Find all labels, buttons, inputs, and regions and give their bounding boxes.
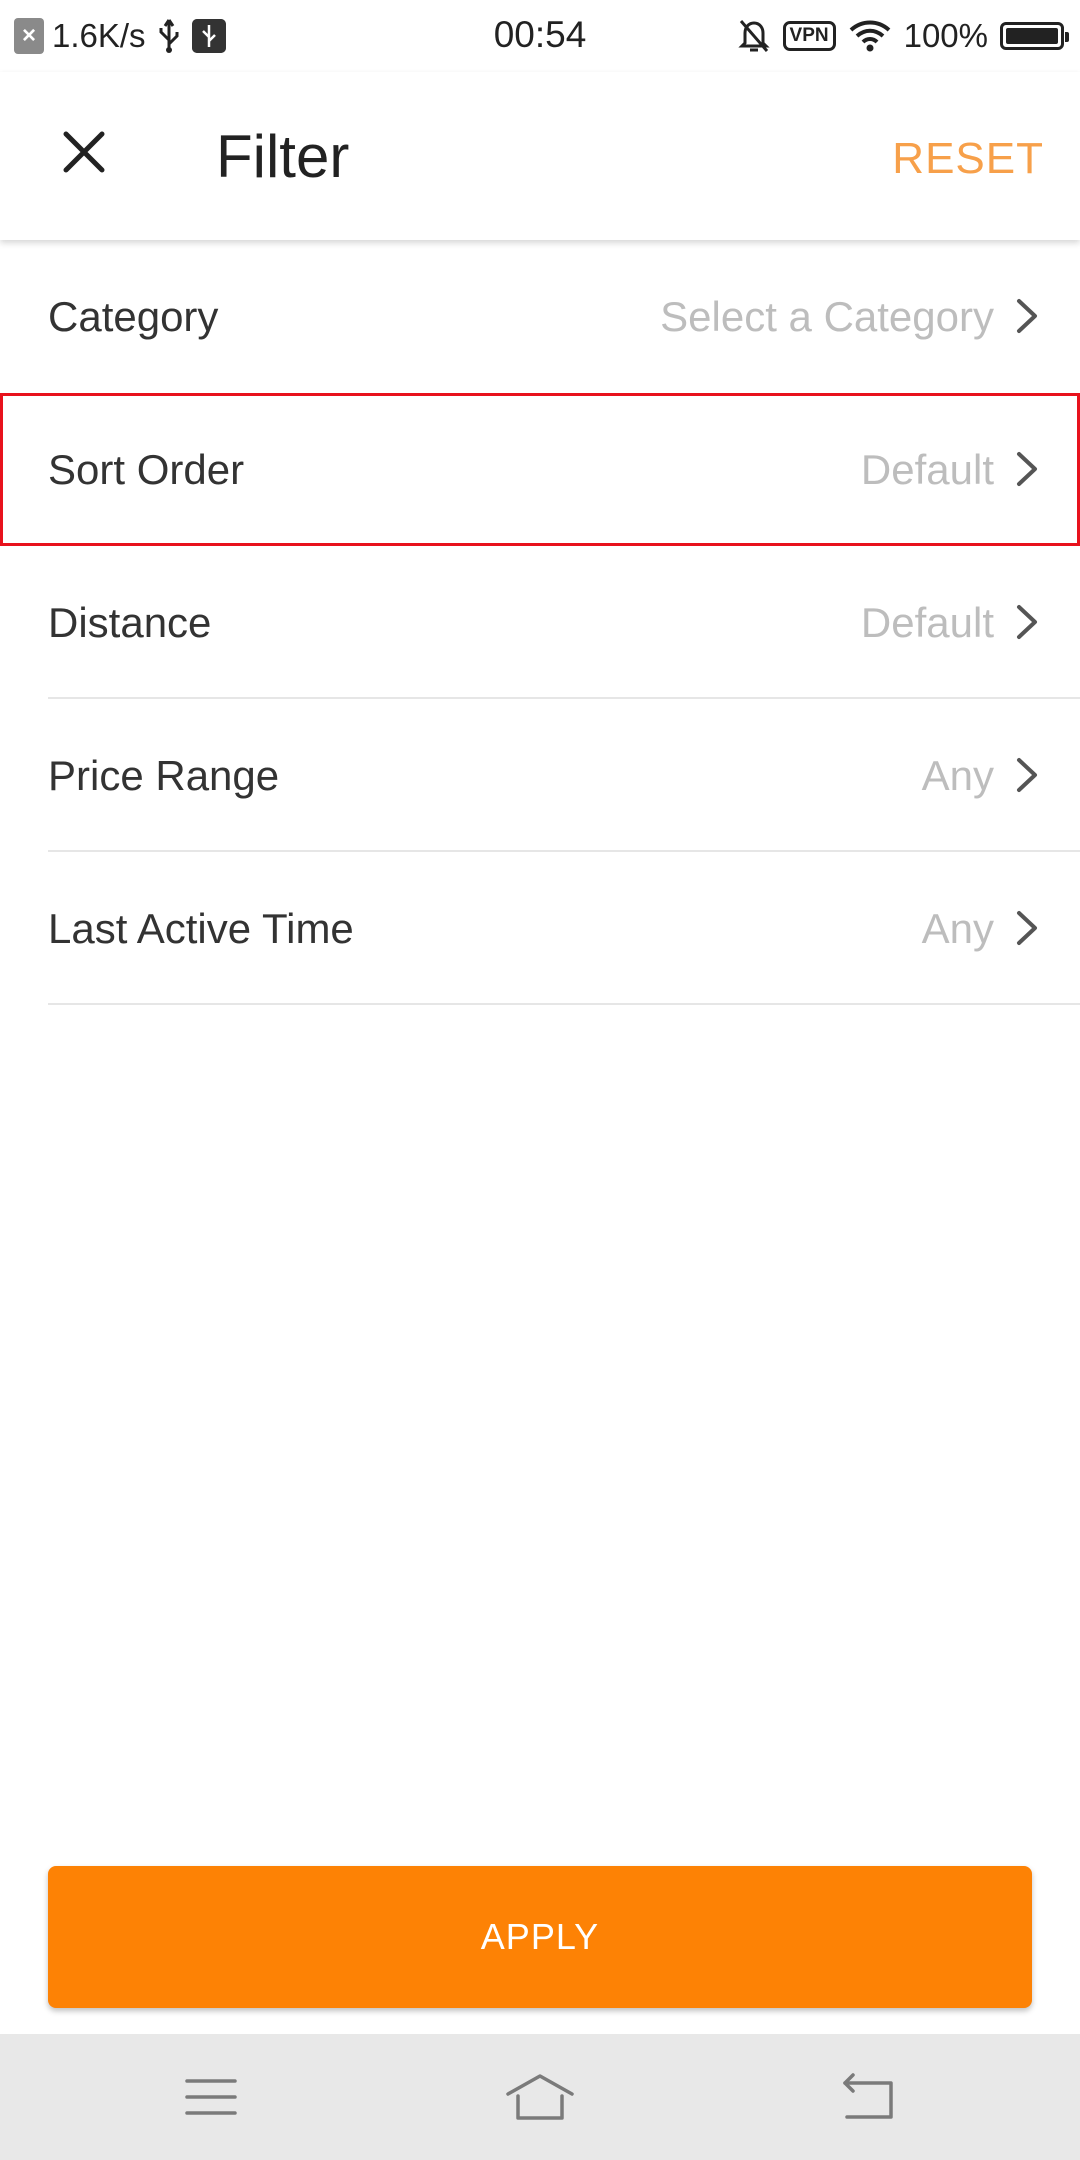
- home-icon: [506, 2074, 574, 2120]
- toolbar: Filter RESET: [0, 72, 1080, 240]
- filter-row-distance[interactable]: Distance Default: [0, 546, 1080, 699]
- chevron-right-icon: [1017, 299, 1037, 333]
- filter-row-category[interactable]: Category Select a Category: [0, 240, 1080, 393]
- status-bar-right: VPN 100%: [737, 14, 1069, 58]
- filter-label: Category: [48, 293, 219, 340]
- filter-row-sort-order[interactable]: Sort Order Default: [0, 393, 1080, 546]
- menu-icon: [185, 2079, 237, 2115]
- vpn-icon: VPN: [782, 21, 836, 51]
- filter-value: Any: [921, 905, 994, 952]
- filter-value: Select a Category: [660, 293, 994, 340]
- filter-label: Last Active Time: [48, 905, 354, 952]
- filter-row-price-range[interactable]: Price Range Any: [0, 699, 1080, 852]
- filter-row-last-active-time[interactable]: Last Active Time Any: [0, 852, 1080, 1005]
- filter-label: Sort Order: [48, 446, 245, 493]
- chevron-right-icon: [1017, 452, 1037, 486]
- reset-button[interactable]: RESET: [892, 134, 1044, 184]
- close-button[interactable]: [44, 112, 124, 192]
- home-button[interactable]: [500, 2064, 580, 2130]
- navigation-bar: [0, 2034, 1080, 2160]
- filter-label: Price Range: [48, 752, 280, 799]
- battery-fill: [1006, 28, 1058, 44]
- filter-value: Any: [921, 752, 994, 799]
- back-icon: [843, 2073, 893, 2119]
- wifi-icon: [849, 20, 890, 52]
- chevron-right-icon: [1017, 911, 1037, 945]
- silent-bell-icon: [737, 20, 770, 52]
- chevron-right-icon: [1017, 758, 1037, 792]
- page-title: Filter: [216, 123, 350, 190]
- filter-label: Distance: [48, 599, 212, 646]
- chevron-right-icon: [1017, 605, 1037, 639]
- status-bar: × 1.6K/s 00:54 VPN 100%: [0, 0, 1080, 72]
- battery-icon: [1000, 22, 1069, 50]
- filter-list: Category Select a Category Sort Order De…: [0, 240, 1080, 1005]
- back-button[interactable]: [829, 2064, 909, 2130]
- close-icon: [63, 131, 105, 173]
- filter-value: Default: [860, 599, 994, 646]
- apply-button[interactable]: APPLY: [48, 1866, 1032, 2008]
- divider: [48, 1003, 1080, 1005]
- menu-button[interactable]: [171, 2064, 251, 2130]
- battery-percent: 100%: [903, 17, 988, 54]
- filter-value: Default: [860, 446, 994, 493]
